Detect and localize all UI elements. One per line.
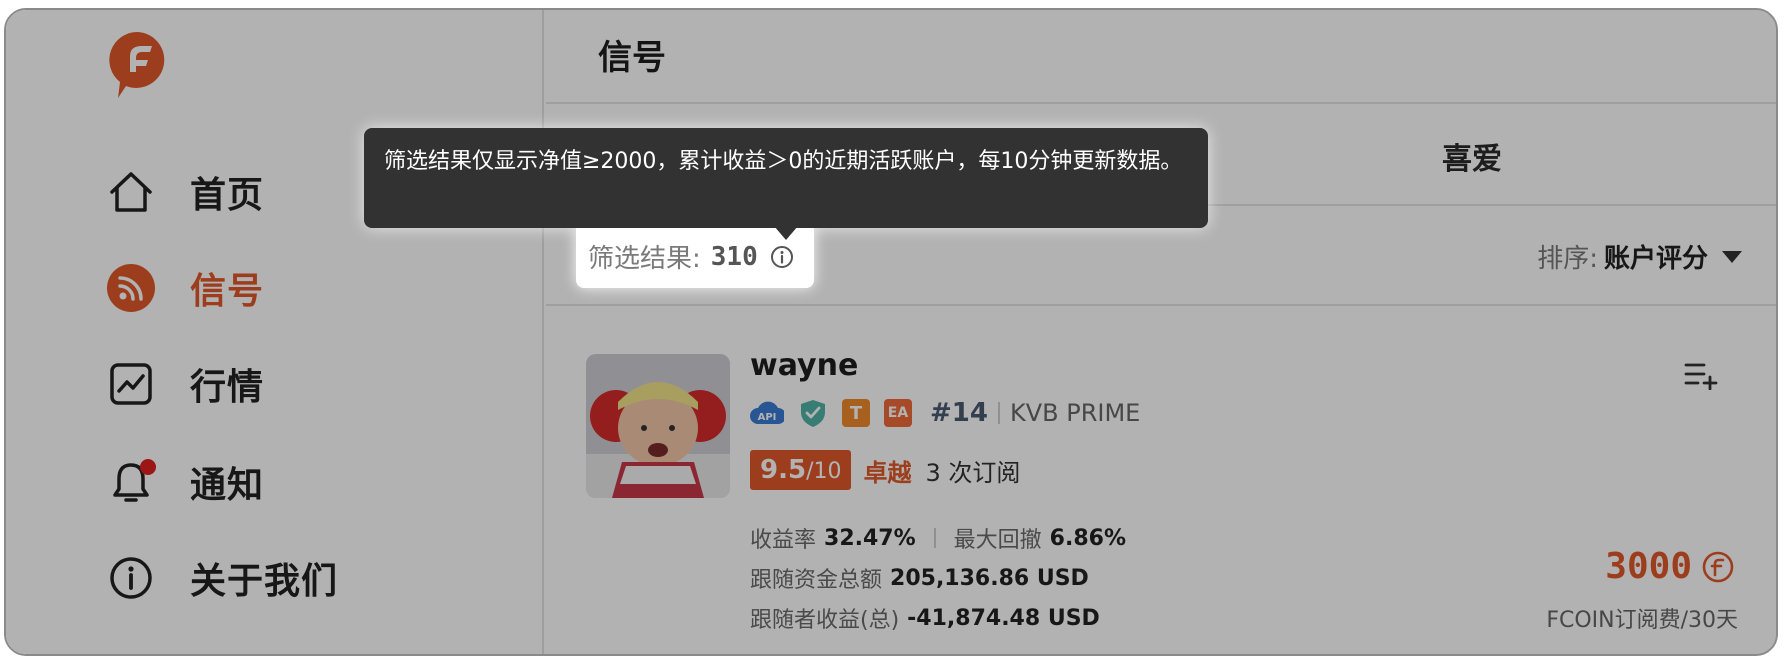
- app-window: 首页 信号 行情 通知 关于我们 信号 喜爱 排序: 账户评分 wayne AP…: [4, 8, 1778, 656]
- tooltip-arrow: [774, 226, 798, 240]
- filter-info-tooltip: 筛选结果仅显示净值≥2000，累计收益＞0的近期活跃账户，每10分钟更新数据。: [364, 128, 1208, 228]
- filter-result-count: 310: [710, 241, 758, 272]
- filter-result: 筛选结果: 310: [588, 238, 794, 275]
- filter-result-label: 筛选结果:: [588, 244, 701, 274]
- info-icon[interactable]: [770, 245, 794, 269]
- dim-overlay[interactable]: [6, 10, 1776, 654]
